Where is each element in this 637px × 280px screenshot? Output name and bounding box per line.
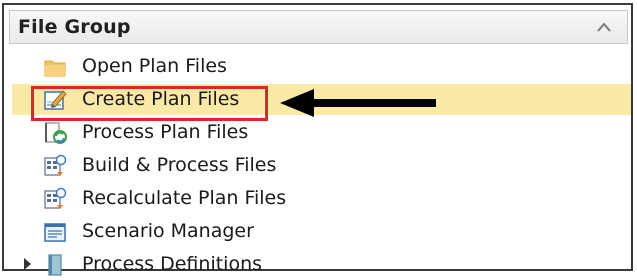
list-item-label: Process Definitions bbox=[82, 253, 263, 275]
process-plan-icon bbox=[45, 122, 67, 144]
list-item-label: Process Plan Files bbox=[82, 121, 249, 143]
file-group-header[interactable]: File Group bbox=[9, 10, 628, 44]
list-item-label: Open Plan Files bbox=[82, 55, 227, 77]
list-item-process-plan-files[interactable]: Process Plan Files bbox=[12, 117, 631, 148]
build-process-icon bbox=[44, 154, 67, 176]
file-group-panel: File Group Open Plan Files Create Plan F… bbox=[2, 3, 633, 276]
left-arrow-icon bbox=[280, 89, 436, 117]
list-item-build-process-files[interactable]: Build & Process Files bbox=[12, 150, 631, 181]
list-item-recalculate-plan-files[interactable]: Recalculate Plan Files bbox=[12, 183, 631, 214]
highlight-box bbox=[31, 86, 268, 121]
group-title: File Group bbox=[18, 16, 131, 38]
list-item-label: Build & Process Files bbox=[82, 154, 277, 176]
recalculate-icon bbox=[44, 187, 67, 209]
list-item-label: Scenario Manager bbox=[82, 220, 254, 242]
folder-icon bbox=[44, 60, 66, 77]
process-definitions-icon bbox=[48, 254, 62, 276]
list-item-process-definitions[interactable]: Process Definitions bbox=[12, 249, 631, 280]
chevron-up-icon[interactable] bbox=[597, 22, 611, 32]
scenario-manager-icon bbox=[44, 223, 66, 242]
expand-arrow-icon[interactable] bbox=[24, 258, 31, 270]
list-item-label: Recalculate Plan Files bbox=[82, 187, 287, 209]
list-item-open-plan-files[interactable]: Open Plan Files bbox=[12, 51, 631, 82]
list-item-scenario-manager[interactable]: Scenario Manager bbox=[12, 216, 631, 247]
